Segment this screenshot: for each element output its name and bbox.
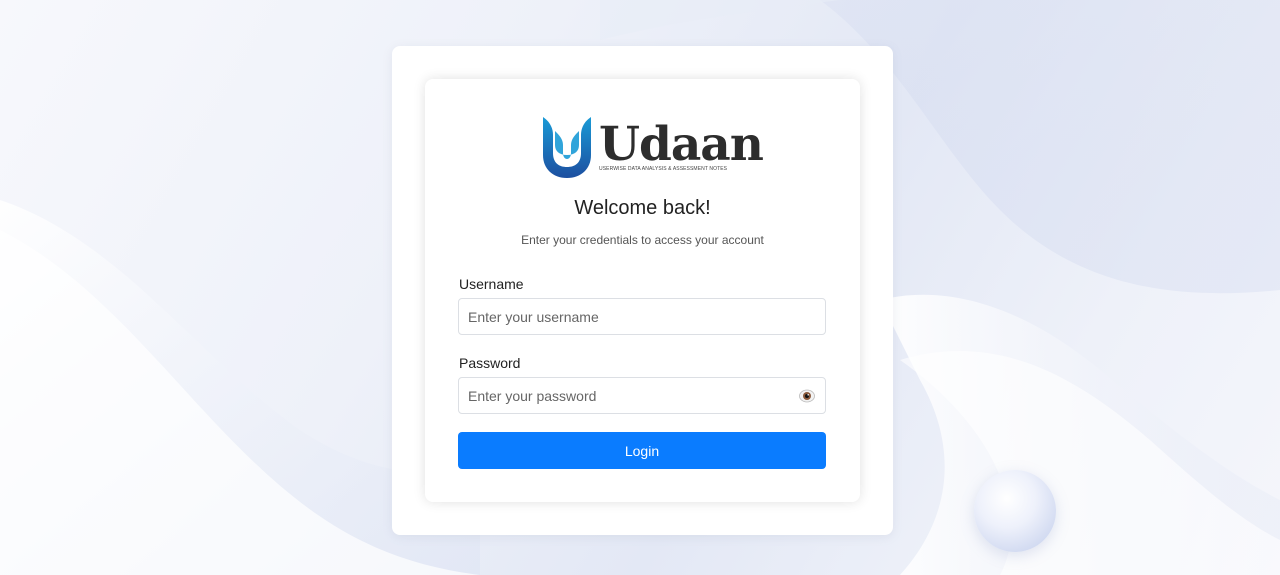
password-input[interactable] — [459, 378, 788, 413]
username-label: Username — [459, 276, 524, 292]
password-field-wrapper — [458, 377, 826, 414]
page-subtitle: Enter your credentials to access your ac… — [521, 233, 764, 247]
username-field-wrapper — [458, 298, 826, 335]
login-card-outer: Udaan USERWISE DATA ANALYSIS & ASSESSMEN… — [392, 46, 893, 535]
brand-logo: Udaan USERWISE DATA ANALYSIS & ASSESSMEN… — [541, 115, 764, 181]
login-button[interactable]: Login — [458, 432, 826, 469]
page-title: Welcome back! — [574, 197, 711, 219]
brand-tagline: USERWISE DATA ANALYSIS & ASSESSMENT NOTE… — [599, 166, 728, 172]
password-label: Password — [459, 355, 521, 371]
udaan-u-logo-icon — [543, 117, 591, 178]
login-card: Udaan USERWISE DATA ANALYSIS & ASSESSMEN… — [425, 79, 860, 502]
decorative-sphere — [974, 470, 1056, 552]
eye-icon[interactable] — [799, 389, 815, 403]
username-input[interactable] — [459, 299, 788, 334]
